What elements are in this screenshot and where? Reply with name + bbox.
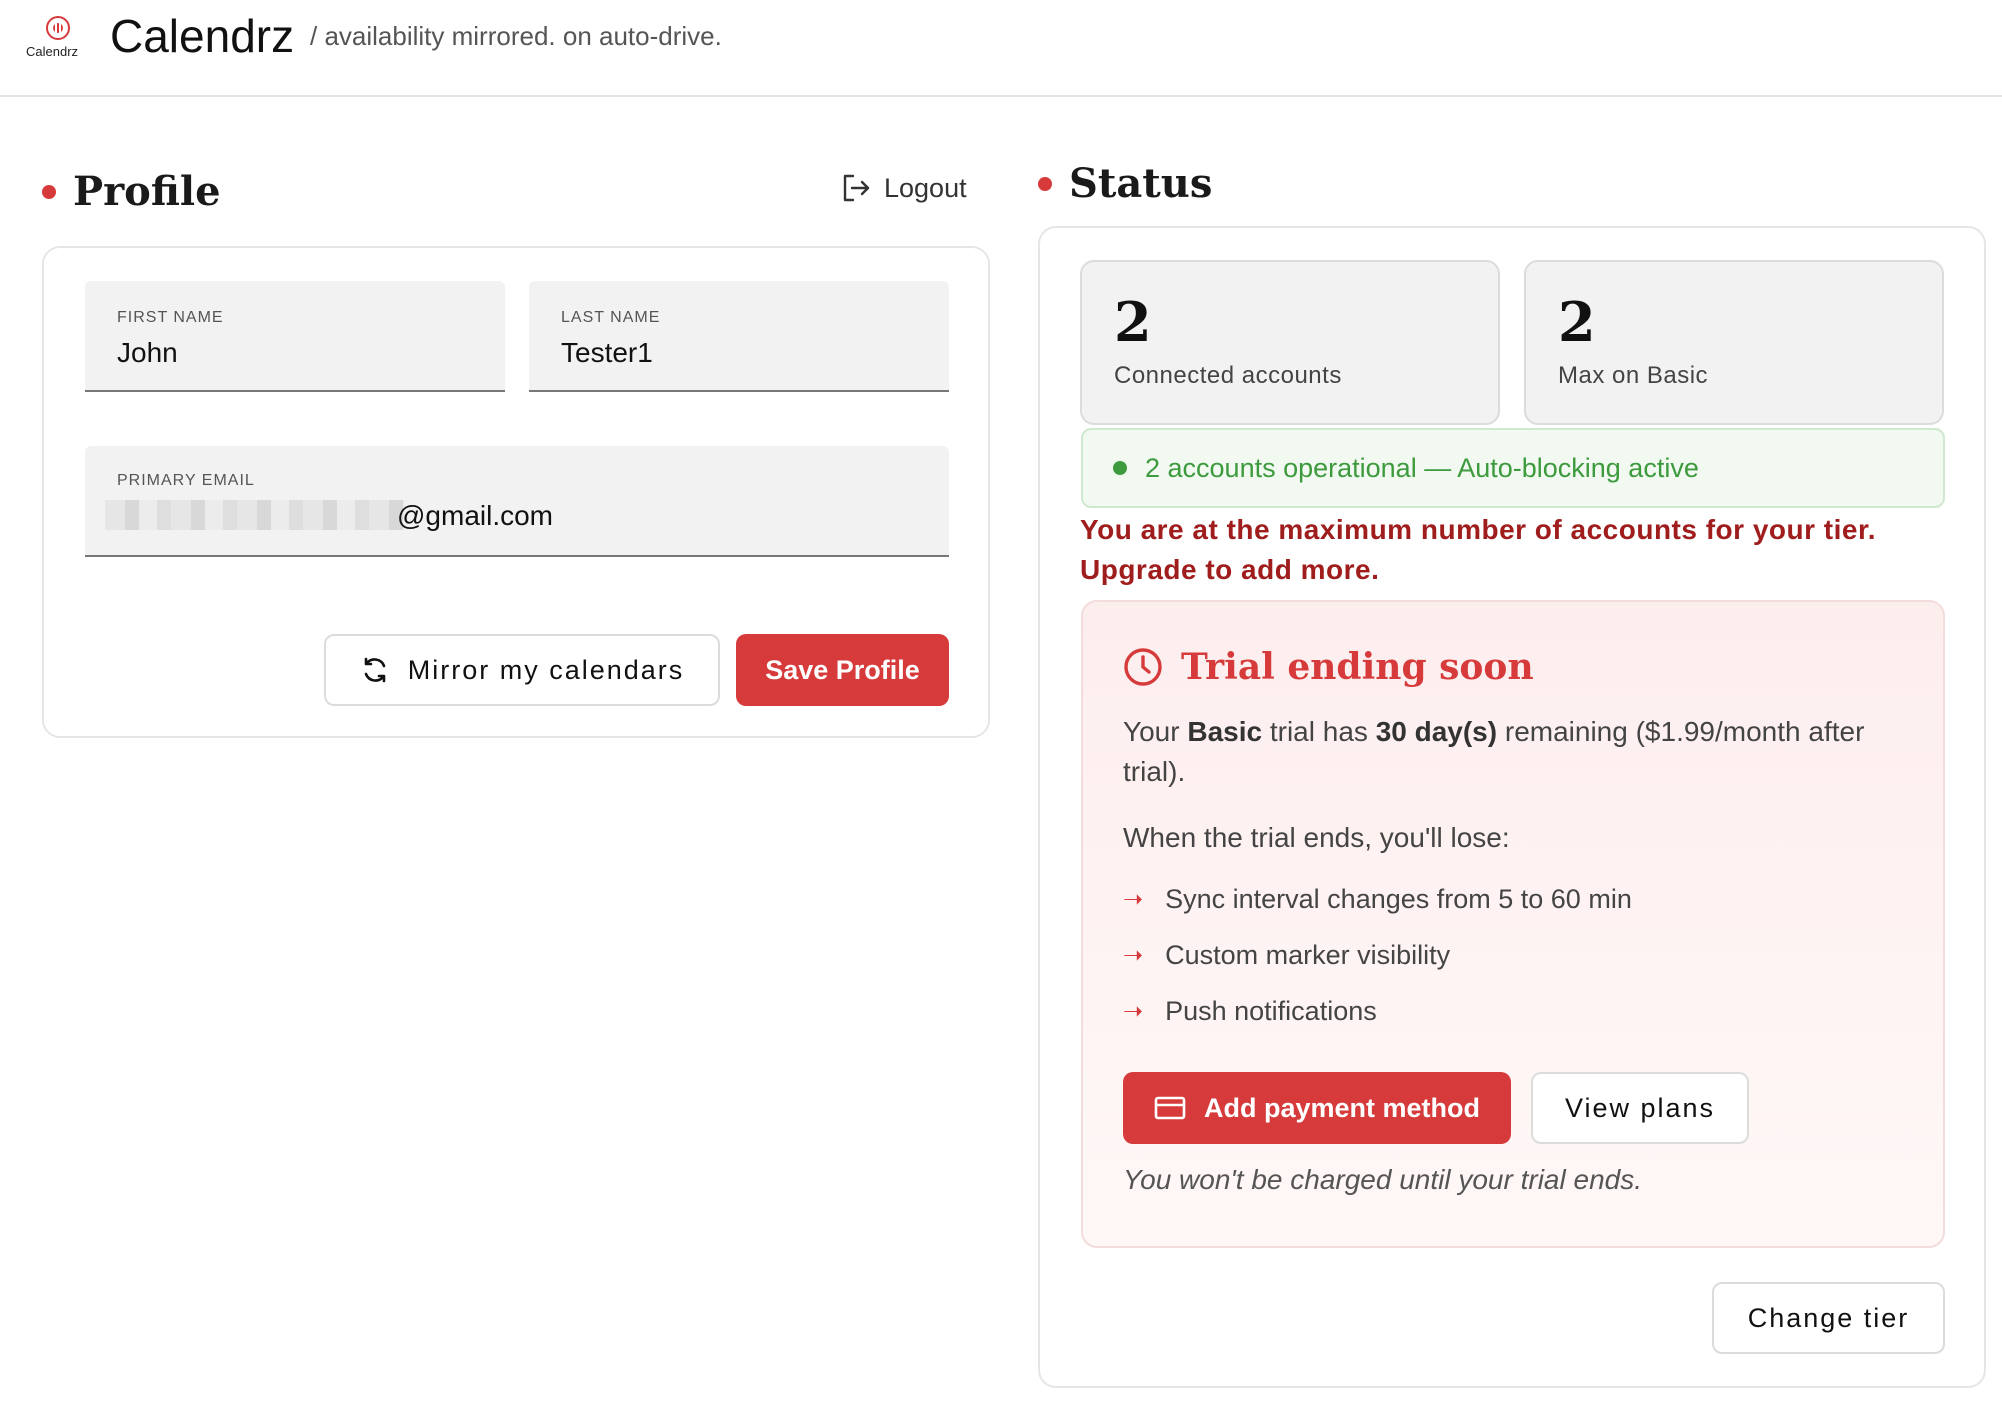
loss-text: Custom marker visibility (1165, 940, 1451, 970)
status-section-heading: Status (1038, 160, 1212, 207)
credit-card-icon (1154, 1096, 1186, 1120)
profile-title: Profile (73, 168, 221, 215)
add-payment-method-label: Add payment method (1203, 1092, 1480, 1123)
email-redacted (105, 500, 405, 530)
globe-icon (46, 16, 70, 40)
clock-icon (1124, 648, 1162, 686)
save-profile-label: Save Profile (765, 654, 920, 685)
add-payment-method-button[interactable]: Add payment method (1123, 1072, 1511, 1144)
last-name-field[interactable]: LAST NAME Tester1 (529, 281, 949, 392)
logo-text: Calendrz (26, 44, 79, 59)
last-name-label: LAST NAME (561, 309, 661, 326)
trial-heading: Trial ending soon (1123, 646, 1534, 688)
max-accounts-stat: 2 Max on Basic (1524, 260, 1944, 425)
loss-text: Push notifications (1165, 996, 1377, 1026)
save-profile-button[interactable]: Save Profile (736, 634, 949, 706)
profile-section-heading: Profile (42, 168, 221, 215)
max-accounts-label: Max on Basic (1558, 362, 1709, 389)
app-tagline: / availability mirrored. on auto-drive. (310, 21, 722, 51)
operational-status-banner: 2 accounts operational — Auto-blocking a… (1081, 428, 1945, 508)
arrow-right-icon: ➝ (1123, 998, 1144, 1025)
first-name-label: FIRST NAME (117, 309, 224, 326)
view-plans-button[interactable]: View plans (1531, 1072, 1749, 1144)
max-accounts-warning: You are at the maximum number of account… (1080, 514, 1877, 585)
trial-panel: Trial ending soon Your Basic trial has 3… (1081, 600, 1945, 1248)
change-tier-button[interactable]: Change tier (1712, 1282, 1945, 1354)
mirror-calendars-button[interactable]: Mirror my calendars (324, 634, 720, 706)
sync-icon (364, 657, 386, 683)
operational-text: 2 accounts operational — Auto-blocking a… (1145, 452, 1699, 483)
view-plans-label: View plans (1564, 1092, 1716, 1123)
trial-tier: Basic (1187, 716, 1263, 747)
trial-days: 30 day(s) (1375, 716, 1498, 747)
trial-charge-note: You won't be charged until your trial en… (1123, 1164, 1642, 1195)
bullet-dot (1038, 176, 1052, 191)
trial-description: Your Basic trial has 30 day(s) remaining… (1123, 712, 1913, 792)
app-logo[interactable]: Calendrz (26, 16, 90, 62)
email-label: PRIMARY EMAIL (117, 472, 255, 489)
app-header: Calendrz Calendrz / availability mirrore… (0, 0, 2002, 97)
trial-text-mid: trial has (1262, 716, 1376, 747)
list-item: ➝ Custom marker visibility (1123, 940, 1450, 971)
profile-card: FIRST NAME John LAST NAME Tester1 PRIMAR… (42, 246, 990, 738)
trial-lose-intro: When the trial ends, you'll lose: (1123, 822, 1510, 853)
arrow-right-icon: ➝ (1123, 942, 1144, 969)
mirror-calendars-label: Mirror my calendars (407, 654, 685, 685)
status-dot (1113, 461, 1127, 475)
trial-text-prefix: Your (1123, 716, 1188, 747)
first-name-value: John (117, 337, 178, 368)
email-value: @gmail.com (397, 500, 554, 531)
bullet-dot (42, 184, 56, 199)
loss-text: Sync interval changes from 5 to 60 min (1165, 884, 1632, 914)
status-title: Status (1069, 160, 1213, 207)
first-name-field[interactable]: FIRST NAME John (85, 281, 505, 392)
connected-accounts-count: 2 (1114, 290, 1152, 354)
app-title: Calendrz (110, 10, 295, 62)
logout-button[interactable]: Logout (840, 172, 967, 204)
connected-accounts-stat: 2 Connected accounts (1080, 260, 1500, 425)
change-tier-label: Change tier (1747, 1302, 1910, 1333)
arrow-right-icon: ➝ (1123, 886, 1144, 913)
trial-title: Trial ending soon (1181, 646, 1534, 688)
logout-icon (843, 174, 870, 202)
list-item: ➝ Sync interval changes from 5 to 60 min (1123, 884, 1632, 915)
last-name-value: Tester1 (561, 337, 653, 368)
max-accounts-count: 2 (1558, 290, 1596, 354)
logout-label: Logout (884, 172, 967, 203)
list-item: ➝ Push notifications (1123, 996, 1377, 1027)
primary-email-field[interactable]: PRIMARY EMAIL @gmail.com (85, 446, 949, 557)
connected-accounts-label: Connected accounts (1114, 362, 1342, 389)
